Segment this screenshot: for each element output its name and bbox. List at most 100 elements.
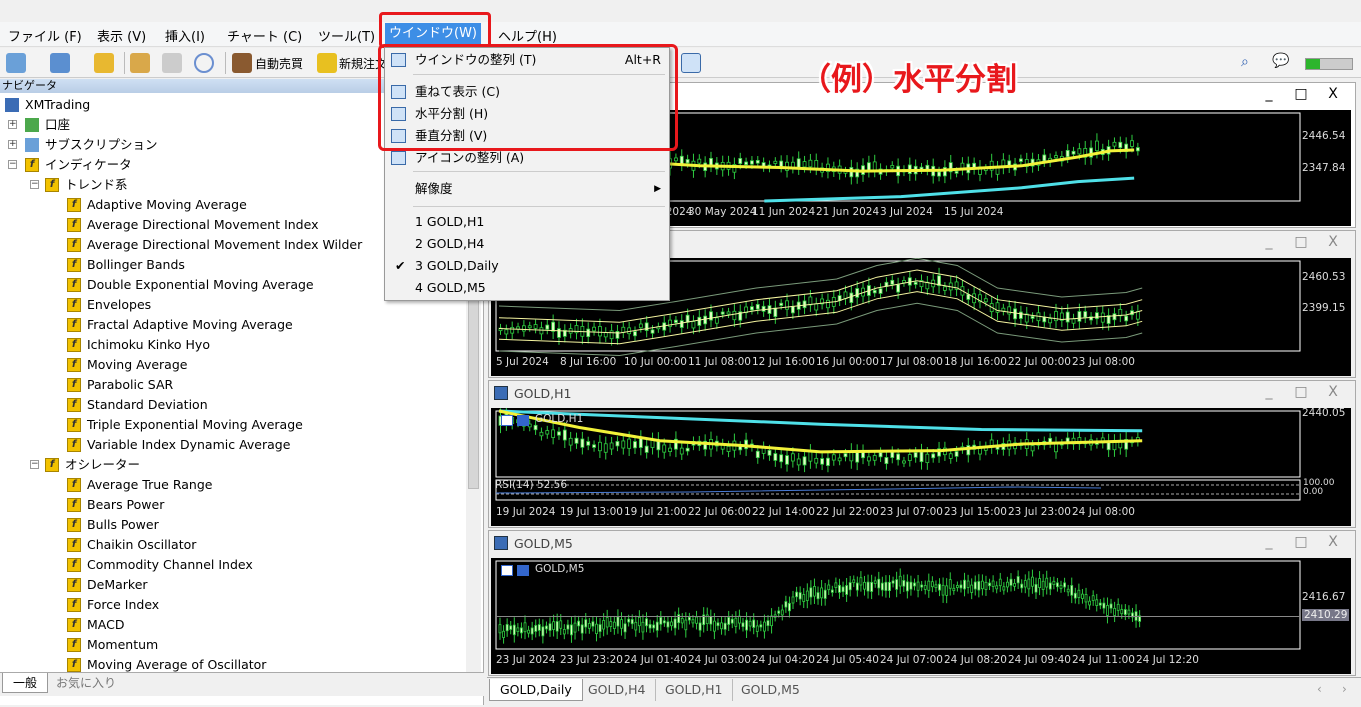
navigator-item[interactable]: Parabolic SAR [87, 375, 173, 395]
window-menu-item[interactable]: 1 GOLD,H1 [385, 211, 669, 233]
menu-item[interactable]: チャート (C) [223, 26, 306, 45]
expand-toggle[interactable]: + [8, 120, 17, 129]
navigator-item[interactable]: XMTrading [25, 95, 90, 115]
close-button[interactable]: X [1325, 234, 1341, 250]
auto-trade-icon[interactable] [232, 53, 252, 73]
menu-item[interactable]: 表示 (V) [93, 26, 150, 45]
window-menu-item[interactable]: 解像度 ▶ [385, 178, 669, 200]
tab-favorites[interactable]: お気に入り [46, 673, 126, 693]
candle [977, 581, 981, 591]
navigator-item[interactable]: Triple Exponential Moving Average [87, 415, 303, 435]
auto-trade-button[interactable]: 自動売買 [255, 55, 303, 72]
navigator-item[interactable]: Envelopes [87, 295, 151, 315]
navigator-item[interactable]: オシレーター [65, 455, 140, 475]
chat-icon[interactable]: 💬 [1272, 53, 1289, 69]
maximize-button[interactable]: □ [1293, 86, 1309, 102]
navigator-item[interactable]: インディケータ [45, 155, 132, 175]
window-menu-item[interactable]: 2 GOLD,H4 [385, 233, 669, 255]
navigator-item[interactable]: MACD [87, 615, 124, 635]
candle [872, 455, 877, 461]
navigator-item[interactable]: Bulls Power [87, 515, 159, 535]
new-order-icon[interactable] [317, 53, 337, 73]
navigator-item[interactable]: Standard Deviation [87, 395, 208, 415]
expand-toggle[interactable]: + [8, 140, 17, 149]
maximize-button[interactable]: □ [1293, 534, 1309, 550]
navigator-item[interactable]: トレンド系 [65, 175, 128, 195]
chart-tab-h4[interactable]: GOLD,H4 [578, 679, 657, 701]
terminal-icon[interactable] [162, 53, 182, 73]
candle [1041, 580, 1045, 590]
candle [732, 310, 737, 321]
candle [552, 621, 555, 630]
navigator-item[interactable]: Chaikin Oscillator [87, 535, 196, 555]
candle [855, 288, 860, 298]
market-watch-icon[interactable] [94, 53, 114, 73]
navigator-item[interactable]: Momentum [87, 635, 158, 655]
candle [814, 303, 819, 311]
maximize-button[interactable]: □ [1293, 384, 1309, 400]
navigator-item[interactable]: Average True Range [87, 475, 212, 495]
close-button[interactable]: X [1325, 534, 1341, 550]
navigator-item[interactable]: サブスクリプション [45, 135, 158, 155]
window-menu-item[interactable]: ✔ 3 GOLD,Daily [385, 255, 669, 277]
chart-canvas[interactable]: 2410.29 GOLD,M5 2416.67 23 Jul 2024 23 Jul 2… [491, 558, 1351, 674]
signal-icon[interactable] [194, 53, 214, 73]
candle [568, 437, 573, 446]
navigator-item[interactable]: Bears Power [87, 495, 164, 515]
minimize-button[interactable]: _ [1261, 534, 1277, 550]
tab-scroll-right-icon[interactable]: › [1342, 682, 1347, 696]
candle [638, 323, 643, 329]
profiles-icon[interactable] [50, 53, 70, 73]
candle [557, 431, 561, 436]
chart-window-icon[interactable] [681, 53, 701, 73]
navigator-item[interactable]: Commodity Channel Index [87, 555, 253, 575]
navigator-icon[interactable] [130, 53, 150, 73]
candle [755, 159, 760, 164]
new-chart-icon[interactable] [6, 53, 26, 73]
candle [784, 601, 788, 608]
menu-item[interactable]: ツール(T) [314, 26, 379, 45]
navigator-item[interactable]: Average Directional Movement Index Wilde… [87, 235, 362, 255]
navigator-item[interactable]: Average Directional Movement Index [87, 215, 318, 235]
candle [995, 585, 999, 590]
navigator-scroll-thumb[interactable] [468, 299, 479, 489]
maximize-button[interactable]: □ [1293, 234, 1309, 250]
tab-general[interactable]: 一般 [2, 673, 49, 693]
navigator-item[interactable]: Ichimoku Kinko Hyo [87, 335, 210, 355]
chart-canvas[interactable]: RSI(14) 52.56 100.00 0.00 GOLD,H1 2440.05 19 … [491, 407, 1351, 526]
candle [872, 161, 877, 171]
minimize-button[interactable]: _ [1261, 86, 1277, 102]
navigator-item[interactable]: Double Exponential Moving Average [87, 275, 314, 295]
tab-scroll-left-icon[interactable]: ‹ [1317, 682, 1322, 696]
menu-item-label: 3 GOLD,Daily [415, 258, 499, 273]
navigator-item[interactable]: DeMarker [87, 575, 148, 595]
navigator-item[interactable]: Variable Index Dynamic Average [87, 435, 290, 455]
candle [1116, 603, 1120, 611]
menu-item[interactable]: ファイル (F) [4, 26, 86, 45]
minimize-button[interactable]: _ [1261, 234, 1277, 250]
chart-tab-m5[interactable]: GOLD,M5 [731, 679, 810, 701]
navigator-item[interactable]: Bollinger Bands [87, 255, 185, 275]
expand-toggle[interactable]: − [30, 460, 39, 469]
chart-tab-daily[interactable]: GOLD,Daily [489, 679, 583, 701]
navigator-item[interactable]: 口座 [45, 115, 70, 135]
navigator-item[interactable]: Moving Average [87, 355, 187, 375]
candle [1038, 578, 1041, 588]
time-axis-label: 24 Jul 09:40 [1008, 654, 1071, 666]
navigator-item[interactable]: Adaptive Moving Average [87, 195, 247, 215]
indicator-icon: f [25, 158, 39, 172]
close-button[interactable]: X [1325, 86, 1341, 102]
menu-item[interactable]: 挿入(I) [161, 26, 209, 45]
chart-tab-h1[interactable]: GOLD,H1 [655, 679, 734, 701]
window-menu-item[interactable]: 4 GOLD,M5 [385, 277, 669, 299]
expand-toggle[interactable]: − [8, 160, 17, 169]
time-axis-label: 11 Jun 2024 [752, 206, 816, 218]
search-icon[interactable]: ⌕ [1241, 54, 1249, 70]
close-button[interactable]: X [1325, 384, 1341, 400]
navigator-item[interactable]: Force Index [87, 595, 159, 615]
navigator-item[interactable]: Fractal Adaptive Moving Average [87, 315, 293, 335]
minimize-button[interactable]: _ [1261, 384, 1277, 400]
expand-toggle[interactable]: − [30, 180, 39, 189]
menu-item[interactable]: ヘルプ(H) [494, 26, 561, 45]
candle [1071, 150, 1076, 155]
